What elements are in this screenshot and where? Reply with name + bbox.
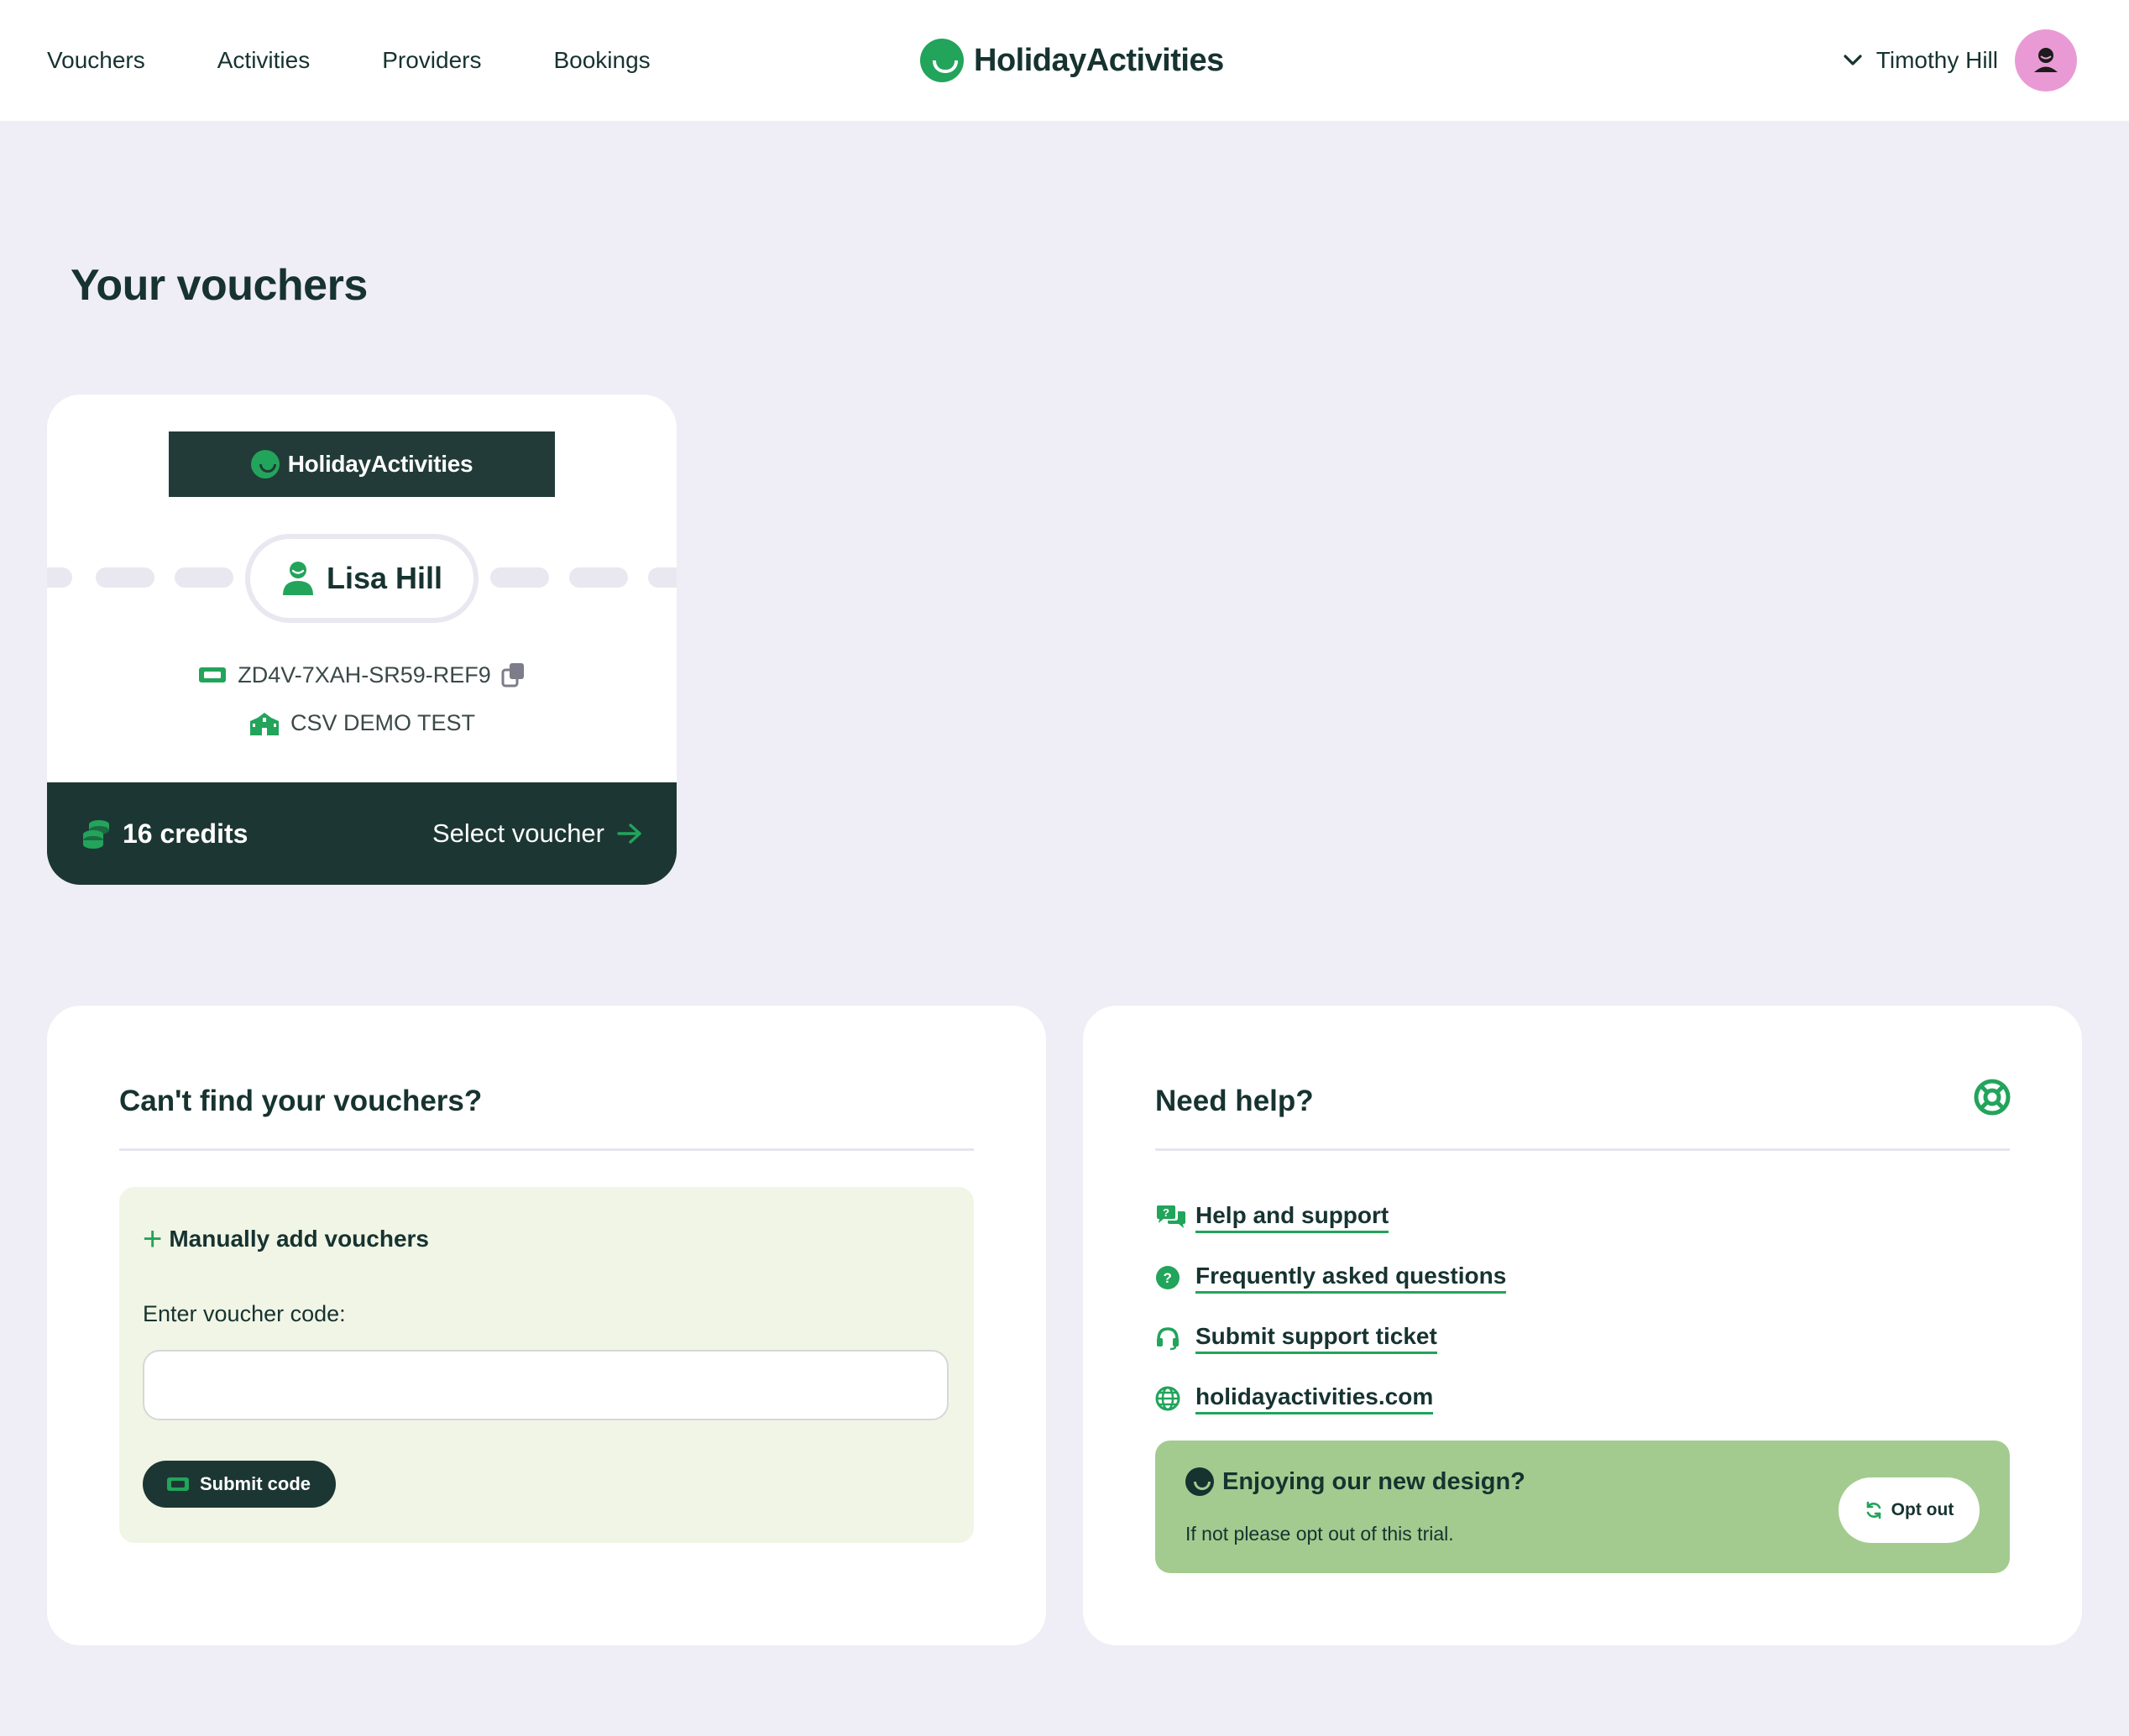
submit-ticket-link[interactable]: Submit support ticket	[1155, 1308, 1506, 1368]
voucher-holder-pill: Lisa Hill	[245, 534, 479, 623]
lifebuoy-icon	[1974, 1079, 2011, 1116]
smile-logo-icon	[1185, 1467, 1214, 1496]
coins-icon	[83, 820, 109, 849]
voucher-brand-banner: HolidayActivities	[169, 431, 555, 497]
chevron-down-icon	[1841, 49, 1865, 72]
nav-bookings[interactable]: Bookings	[553, 47, 650, 74]
voucher-code-row: ZD4V-7XAH-SR59-REF9	[47, 661, 677, 688]
trial-title: Enjoying our new design?	[1185, 1467, 1525, 1496]
brand-name: HolidayActivities	[974, 42, 1224, 78]
ticket-icon	[199, 667, 227, 682]
ticket-icon	[167, 1477, 189, 1491]
cant-find-vouchers-panel: Can't find your vouchers? + Manually add…	[47, 1006, 1046, 1645]
voucher-credits: 16 credits	[81, 818, 248, 850]
website-link[interactable]: holidayactivities.com	[1155, 1368, 1506, 1429]
perforation-dash	[47, 567, 72, 588]
main-nav: Vouchers Activities Providers Bookings	[47, 0, 651, 121]
nav-providers[interactable]: Providers	[382, 47, 481, 74]
school-building-icon	[249, 712, 279, 735]
user-menu[interactable]: Timothy Hill	[1841, 29, 2077, 92]
question-circle-icon: ?	[1156, 1266, 1180, 1289]
voucher-organization-row: CSV DEMO TEST	[47, 710, 677, 736]
perforation-dash	[175, 567, 233, 588]
help-link-label: Frequently asked questions	[1195, 1263, 1507, 1294]
need-help-panel: Need help? ? Help and support ? Frequent…	[1083, 1006, 2082, 1645]
smile-logo-icon	[920, 39, 964, 82]
svg-text:?: ?	[1163, 1206, 1169, 1219]
panel-title: Can't find your vouchers?	[119, 1085, 483, 1117]
perforation-dash	[490, 567, 549, 588]
opt-out-button[interactable]: Opt out	[1839, 1477, 1980, 1543]
divider	[119, 1148, 974, 1151]
person-icon	[2034, 48, 2058, 72]
manual-add-heading: Manually add vouchers	[169, 1226, 429, 1252]
trial-description: If not please opt out of this trial.	[1185, 1523, 1454, 1545]
copy-icon[interactable]	[501, 661, 526, 688]
globe-icon	[1155, 1386, 1180, 1411]
user-icon	[282, 562, 313, 595]
help-link-label: holidayactivities.com	[1195, 1383, 1434, 1414]
voucher-organization: CSV DEMO TEST	[290, 710, 476, 735]
credits-label: 16 credits	[123, 818, 248, 849]
trial-title-text: Enjoying our new design?	[1222, 1467, 1525, 1495]
voucher-code-input[interactable]	[143, 1350, 949, 1420]
voucher-holder-name: Lisa Hill	[326, 561, 443, 595]
perforation-dash	[96, 567, 154, 588]
panel-title: Need help?	[1155, 1085, 1314, 1117]
refresh-icon	[1866, 1501, 1881, 1519]
divider	[1155, 1148, 2010, 1151]
perforation-dash	[569, 567, 628, 588]
nav-vouchers[interactable]: Vouchers	[47, 47, 145, 74]
voucher-card[interactable]: HolidayActivities Lisa Hill ZD4V-7XAH-SR…	[47, 395, 677, 885]
nav-activities[interactable]: Activities	[217, 47, 310, 74]
user-name: Timothy Hill	[1875, 47, 1998, 73]
perforation-dash	[648, 567, 677, 588]
voucher-card-footer: 16 credits Select voucher	[47, 782, 677, 885]
top-navigation-bar: Vouchers Activities Providers Bookings H…	[0, 0, 2129, 121]
voucher-code: ZD4V-7XAH-SR59-REF9	[238, 661, 491, 688]
opt-out-label: Opt out	[1891, 1500, 1954, 1519]
arrow-right-icon	[617, 824, 641, 844]
plus-icon: +	[143, 1221, 163, 1258]
new-design-trial-banner: Enjoying our new design? If not please o…	[1155, 1441, 2010, 1573]
page-title: Your vouchers	[71, 261, 368, 310]
avatar[interactable]	[2015, 29, 2077, 92]
help-link-label: Submit support ticket	[1195, 1323, 1437, 1354]
svg-text:?: ?	[1164, 1270, 1172, 1286]
voucher-code-label: Enter voucher code:	[143, 1301, 346, 1326]
submit-code-button[interactable]: Submit code	[143, 1461, 337, 1508]
manual-add-vouchers-toggle[interactable]: + Manually add vouchers	[143, 1221, 429, 1258]
faq-link[interactable]: ? Frequently asked questions	[1155, 1247, 1507, 1308]
submit-code-label: Submit code	[200, 1473, 311, 1494]
select-voucher-link[interactable]: Select voucher	[432, 818, 643, 849]
voucher-brand-name: HolidayActivities	[287, 451, 473, 477]
select-voucher-label: Select voucher	[432, 818, 604, 848]
smile-logo-icon	[250, 450, 280, 478]
help-links-list: ? Help and support ? Frequently asked qu…	[1155, 1187, 1507, 1429]
headset-icon	[1157, 1327, 1179, 1351]
help-link-label: Help and support	[1195, 1202, 1389, 1233]
brand-logo-link[interactable]: HolidayActivities	[920, 37, 1224, 84]
manual-add-vouchers-box: + Manually add vouchers Enter voucher co…	[119, 1187, 974, 1543]
help-and-support-link[interactable]: ? Help and support	[1155, 1187, 1506, 1247]
chat-question-icon: ?	[1157, 1205, 1185, 1228]
